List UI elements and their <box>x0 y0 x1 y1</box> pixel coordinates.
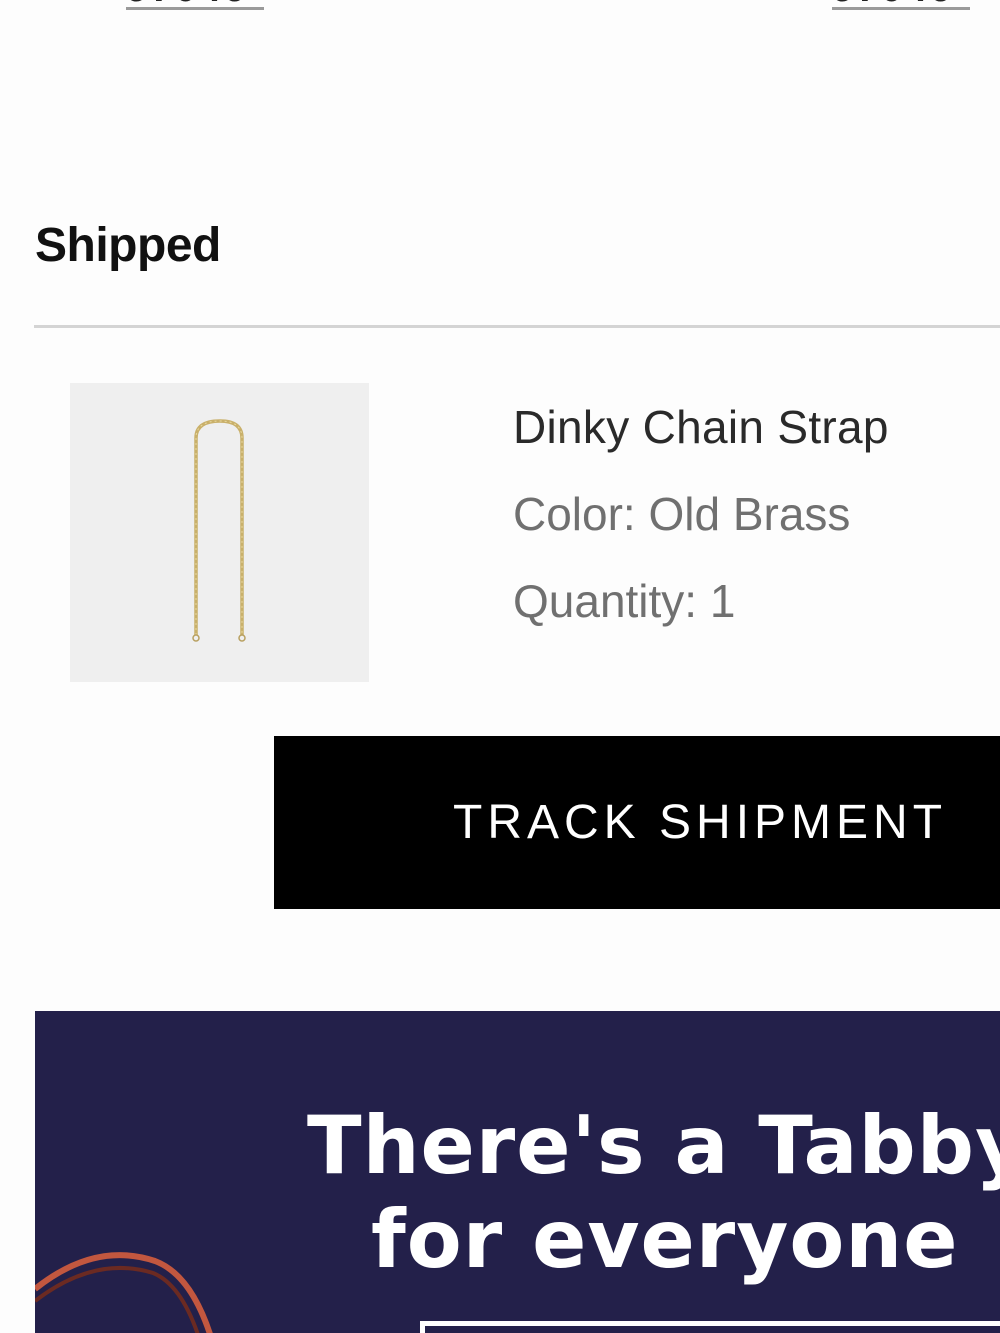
promo-banner[interactable]: There's a Tabby for everyone <box>35 1011 1000 1333</box>
promo-headline-line2: for everyone <box>371 1193 959 1286</box>
promo-cta-button[interactable] <box>420 1321 1000 1333</box>
bag-handle-icon <box>35 1252 213 1333</box>
product-color: Color: Old Brass <box>513 488 851 540</box>
track-shipment-button[interactable]: TRACK SHIPMENT <box>274 736 1000 909</box>
promo-headline-line1: There's a Tabby <box>307 1099 1000 1192</box>
divider <box>34 325 1000 328</box>
product-image[interactable] <box>70 383 369 682</box>
chain-strap-icon <box>192 419 246 642</box>
top-link-left[interactable]: 97046 <box>126 0 264 10</box>
product-quantity: Quantity: 1 <box>513 575 736 627</box>
product-name[interactable]: Dinky Chain Strap <box>513 400 889 454</box>
section-title: Shipped <box>35 219 221 272</box>
top-link-right[interactable]: 97046 <box>832 0 970 10</box>
email-page: 97046 97046 Shipped Dinky Chain Strap Co… <box>0 0 1000 1333</box>
